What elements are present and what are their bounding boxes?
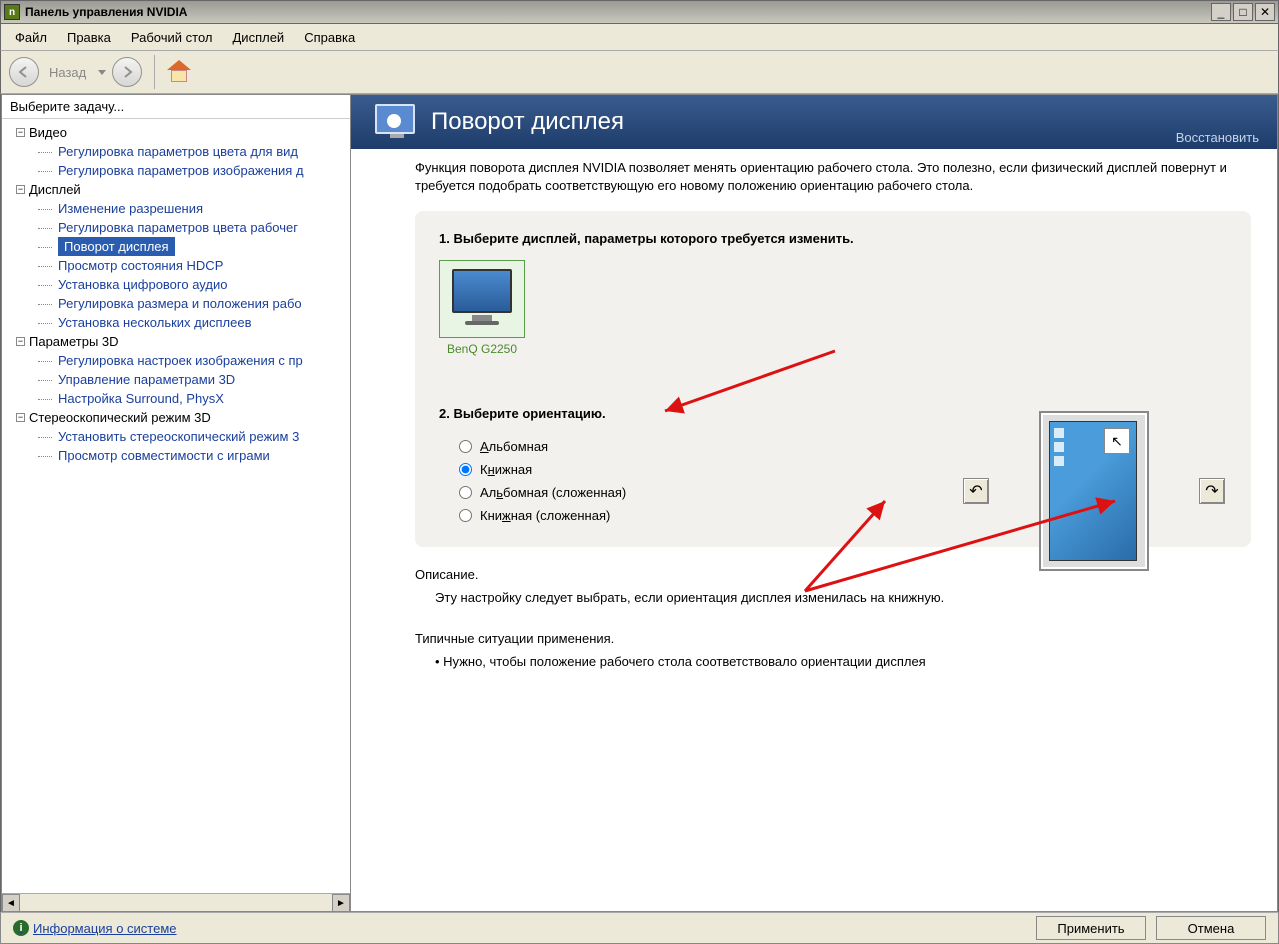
tree-item[interactable]: Установка нескольких дисплеев — [2, 313, 350, 332]
orientation-radio[interactable] — [459, 486, 472, 499]
tree-item[interactable]: Просмотр состояния HDCP — [2, 256, 350, 275]
orientation-radio[interactable] — [459, 463, 472, 476]
nvidia-badge-icon: ↖ — [1104, 428, 1130, 454]
toolbar-separator — [154, 55, 155, 89]
menu-help[interactable]: Справка — [296, 27, 363, 48]
forward-button[interactable] — [112, 57, 142, 87]
close-button[interactable]: ✕ — [1255, 3, 1275, 21]
minimize-button[interactable]: _ — [1211, 3, 1231, 21]
system-info-link[interactable]: i Информация о системе — [13, 920, 177, 936]
tree-item[interactable]: Управление параметрами 3D — [2, 370, 350, 389]
page-title: Поворот дисплея — [431, 108, 1176, 136]
tree-item[interactable]: Регулировка параметров цвета рабочег — [2, 218, 350, 237]
tree-item[interactable]: Регулировка параметров цвета для вид — [2, 142, 350, 161]
step1-title: 1. Выберите дисплей, параметры которого … — [439, 231, 1227, 246]
sidebar-header: Выберите задачу... — [2, 95, 350, 119]
display-selector[interactable]: BenQ G2250 — [439, 260, 525, 356]
tree-item[interactable]: Поворот дисплея — [58, 237, 175, 256]
back-label: Назад — [49, 65, 86, 80]
scroll-right-button[interactable]: ► — [332, 894, 350, 912]
orientation-label: Книжная — [480, 462, 532, 477]
orientation-radio[interactable] — [459, 440, 472, 453]
menu-bar: Файл Правка Рабочий стол Дисплей Справка — [0, 24, 1279, 50]
footer-bar: i Информация о системе Применить Отмена — [0, 912, 1279, 944]
window-title: Панель управления NVIDIA — [25, 5, 1211, 19]
tree-category[interactable]: −Параметры 3D — [2, 332, 350, 351]
orientation-preview: ↖ — [1039, 411, 1149, 571]
menu-desktop[interactable]: Рабочий стол — [123, 27, 221, 48]
apply-button[interactable]: Применить — [1036, 916, 1146, 940]
task-sidebar: Выберите задачу... −ВидеоРегулировка пар… — [1, 94, 351, 912]
arrow-left-icon — [17, 65, 31, 79]
tree-item[interactable]: Установка цифрового аудио — [2, 275, 350, 294]
orientation-label: Книжная (сложенная) — [480, 508, 610, 523]
content-pane: Поворот дисплея Восстановить Функция пов… — [351, 94, 1278, 912]
horizontal-scrollbar[interactable]: ◄ ► — [2, 893, 350, 911]
system-info-label: Информация о системе — [33, 921, 177, 936]
tree-item[interactable]: Регулировка параметров изображения д — [2, 161, 350, 180]
tree-item[interactable]: Просмотр совместимости с играми — [2, 446, 350, 465]
back-dropdown-icon[interactable] — [98, 70, 106, 75]
tree-item[interactable]: Регулировка настроек изображения с пр — [2, 351, 350, 370]
display-thumbnail — [439, 260, 525, 338]
arrow-right-icon — [120, 65, 134, 79]
description-text: Эту настройку следует выбрать, если орие… — [435, 590, 1251, 605]
tree-category[interactable]: −Стереоскопический режим 3D — [2, 408, 350, 427]
preview-area: ↶ ↖ ↷ — [963, 411, 1225, 571]
display-label: BenQ G2250 — [439, 342, 525, 356]
menu-file[interactable]: Файл — [7, 27, 55, 48]
scroll-left-button[interactable]: ◄ — [2, 894, 20, 912]
intro-text: Функция поворота дисплея NVIDIA позволяе… — [415, 159, 1251, 195]
rotate-cw-button[interactable]: ↷ — [1199, 478, 1225, 504]
restore-link[interactable]: Восстановить — [1176, 130, 1259, 149]
orientation-label: Альбомная (сложенная) — [480, 485, 626, 500]
usage-item: • Нужно, чтобы положение рабочего стола … — [435, 654, 1251, 669]
tree-category[interactable]: −Дисплей — [2, 180, 350, 199]
cancel-button[interactable]: Отмена — [1156, 916, 1266, 940]
info-icon: i — [13, 920, 29, 936]
tree-item[interactable]: Установить стереоскопический режим 3 — [2, 427, 350, 446]
orientation-radio[interactable] — [459, 509, 472, 522]
app-icon: n — [4, 4, 20, 20]
menu-display[interactable]: Дисплей — [225, 27, 293, 48]
home-icon[interactable] — [167, 60, 191, 84]
rotate-ccw-button[interactable]: ↶ — [963, 478, 989, 504]
display-rotation-icon — [369, 102, 421, 142]
toolbar: Назад — [0, 50, 1279, 94]
menu-edit[interactable]: Правка — [59, 27, 119, 48]
tree-item[interactable]: Регулировка размера и положения рабо — [2, 294, 350, 313]
tree-item[interactable]: Изменение разрешения — [2, 199, 350, 218]
settings-panel: 1. Выберите дисплей, параметры которого … — [415, 211, 1251, 547]
tree-category[interactable]: −Видео — [2, 123, 350, 142]
maximize-button[interactable]: □ — [1233, 3, 1253, 21]
orientation-label: Альбомная — [480, 439, 548, 454]
back-button[interactable] — [9, 57, 39, 87]
task-tree[interactable]: −ВидеоРегулировка параметров цвета для в… — [2, 119, 350, 893]
title-bar: n Панель управления NVIDIA _ □ ✕ — [0, 0, 1279, 24]
content-header: Поворот дисплея Восстановить — [351, 95, 1277, 149]
usage-label: Типичные ситуации применения. — [415, 631, 1251, 646]
tree-item[interactable]: Настройка Surround, PhysX — [2, 389, 350, 408]
